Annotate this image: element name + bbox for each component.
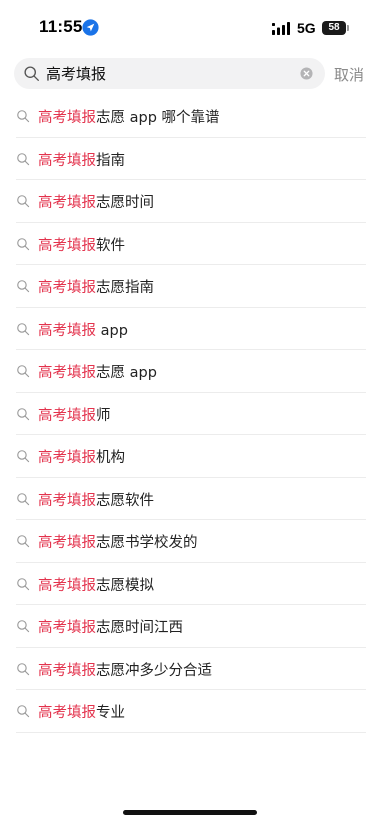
suggestion-rest: 志愿模拟 <box>96 577 154 594</box>
search-icon <box>17 365 30 378</box>
suggestion-item[interactable]: 高考填报志愿模拟 <box>0 563 380 605</box>
search-icon <box>17 322 30 335</box>
suggestion-highlight: 高考填报 <box>38 152 96 169</box>
search-icon <box>17 577 30 590</box>
search-icon <box>17 407 30 420</box>
suggestion-text: 高考填报 app <box>38 319 128 340</box>
suggestion-item[interactable]: 高考填报志愿 app <box>0 350 380 393</box>
suggestion-highlight: 高考填报 <box>38 407 96 424</box>
suggestion-rest: 志愿指南 <box>96 280 154 296</box>
cellular-signal-icon <box>272 22 290 35</box>
suggestion-text: 高考填报指南 <box>38 149 125 170</box>
search-icon <box>17 492 30 505</box>
suggestion-item[interactable]: 高考填报志愿时间 <box>0 180 380 223</box>
suggestion-item[interactable]: 高考填报志愿冲多少分合适 <box>0 648 380 690</box>
suggestion-item[interactable]: 高考填报志愿指南 <box>0 265 380 308</box>
suggestion-text: 高考填报软件 <box>38 234 125 255</box>
suggestion-item[interactable]: 高考填报志愿书学校发的 <box>0 520 380 563</box>
suggestion-rest: 志愿书学校发的 <box>96 535 198 551</box>
search-icon <box>24 66 39 81</box>
suggestion-highlight: 高考填报 <box>38 535 96 551</box>
search-bar: 取消 <box>0 58 380 90</box>
search-icon <box>17 195 30 208</box>
suggestion-highlight: 高考填报 <box>38 705 96 721</box>
suggestion-highlight: 高考填报 <box>38 662 96 679</box>
suggestion-item[interactable]: 高考填报师 <box>0 393 380 435</box>
suggestion-text: 高考填报志愿时间江西 <box>38 616 183 637</box>
suggestion-highlight: 高考填报 <box>38 110 96 126</box>
suggestion-highlight: 高考填报 <box>38 322 96 339</box>
suggestion-item[interactable]: 高考填报指南 <box>0 138 380 180</box>
suggestion-text: 高考填报志愿指南 <box>38 276 154 297</box>
home-indicator[interactable] <box>123 810 257 815</box>
suggestion-rest: 专业 <box>96 705 125 721</box>
suggestion-rest: 软件 <box>96 237 125 254</box>
suggestion-rest: 志愿时间江西 <box>96 620 183 636</box>
suggestion-rest: 指南 <box>96 152 125 169</box>
suggestion-rest: 师 <box>96 407 111 424</box>
search-icon <box>17 620 30 633</box>
suggestion-highlight: 高考填报 <box>38 195 96 211</box>
suggestion-item[interactable]: 高考填报机构 <box>0 435 380 478</box>
suggestion-item[interactable]: 高考填报志愿时间江西 <box>0 605 380 648</box>
search-icon <box>17 280 30 293</box>
suggestion-highlight: 高考填报 <box>38 280 96 296</box>
suggestion-text: 高考填报志愿 app <box>38 361 157 382</box>
suggestion-text: 高考填报志愿冲多少分合适 <box>38 659 212 680</box>
divider <box>16 731 366 733</box>
suggestion-text: 高考填报师 <box>38 404 111 425</box>
suggestion-text: 高考填报志愿书学校发的 <box>38 531 198 552</box>
suggestion-rest: 志愿 app <box>96 365 157 381</box>
suggestion-list: 高考填报志愿 app 哪个靠谱 高考填报指南 高考填报志愿时间 高考填报软件 高考填报志… <box>0 95 380 733</box>
suggestion-highlight: 高考填报 <box>38 365 96 381</box>
suggestion-item[interactable]: 高考填报 app <box>0 308 380 350</box>
search-icon <box>17 705 30 718</box>
suggestion-rest: 志愿 app 哪个靠谱 <box>96 110 220 126</box>
search-input[interactable] <box>46 58 296 89</box>
cancel-button[interactable]: 取消 <box>334 64 364 85</box>
status-bar: 11:55 5G 58 <box>0 0 380 54</box>
clear-icon[interactable] <box>300 67 313 80</box>
search-icon <box>17 237 30 250</box>
suggestion-text: 高考填报专业 <box>38 701 125 722</box>
suggestion-rest: 机构 <box>96 450 125 466</box>
search-icon <box>17 535 30 548</box>
search-icon <box>17 450 30 463</box>
suggestion-highlight: 高考填报 <box>38 492 96 509</box>
suggestion-text: 高考填报志愿软件 <box>38 489 154 510</box>
battery-cap <box>347 25 349 31</box>
location-arrow-icon <box>82 19 99 36</box>
battery-icon: 58 <box>322 21 346 35</box>
suggestion-item[interactable]: 高考填报软件 <box>0 223 380 265</box>
suggestion-rest: 志愿冲多少分合适 <box>96 662 212 679</box>
status-time: 11:55 <box>39 17 83 36</box>
suggestion-item[interactable]: 高考填报志愿 app 哪个靠谱 <box>0 95 380 138</box>
search-icon <box>17 662 30 675</box>
search-box[interactable] <box>14 58 325 89</box>
suggestion-rest: app <box>96 322 128 339</box>
suggestion-highlight: 高考填报 <box>38 620 96 636</box>
suggestion-text: 高考填报志愿时间 <box>38 191 154 212</box>
suggestion-item[interactable]: 高考填报专业 <box>0 690 380 733</box>
search-icon <box>17 110 30 123</box>
suggestion-rest: 志愿时间 <box>96 195 154 211</box>
suggestion-highlight: 高考填报 <box>38 237 96 254</box>
suggestion-highlight: 高考填报 <box>38 577 96 594</box>
suggestion-highlight: 高考填报 <box>38 450 96 466</box>
network-type: 5G <box>297 20 316 36</box>
suggestion-item[interactable]: 高考填报志愿软件 <box>0 478 380 520</box>
suggestion-text: 高考填报志愿 app 哪个靠谱 <box>38 106 220 127</box>
search-icon <box>17 152 30 165</box>
suggestion-rest: 志愿软件 <box>96 492 154 509</box>
suggestion-text: 高考填报志愿模拟 <box>38 574 154 595</box>
suggestion-text: 高考填报机构 <box>38 446 125 467</box>
